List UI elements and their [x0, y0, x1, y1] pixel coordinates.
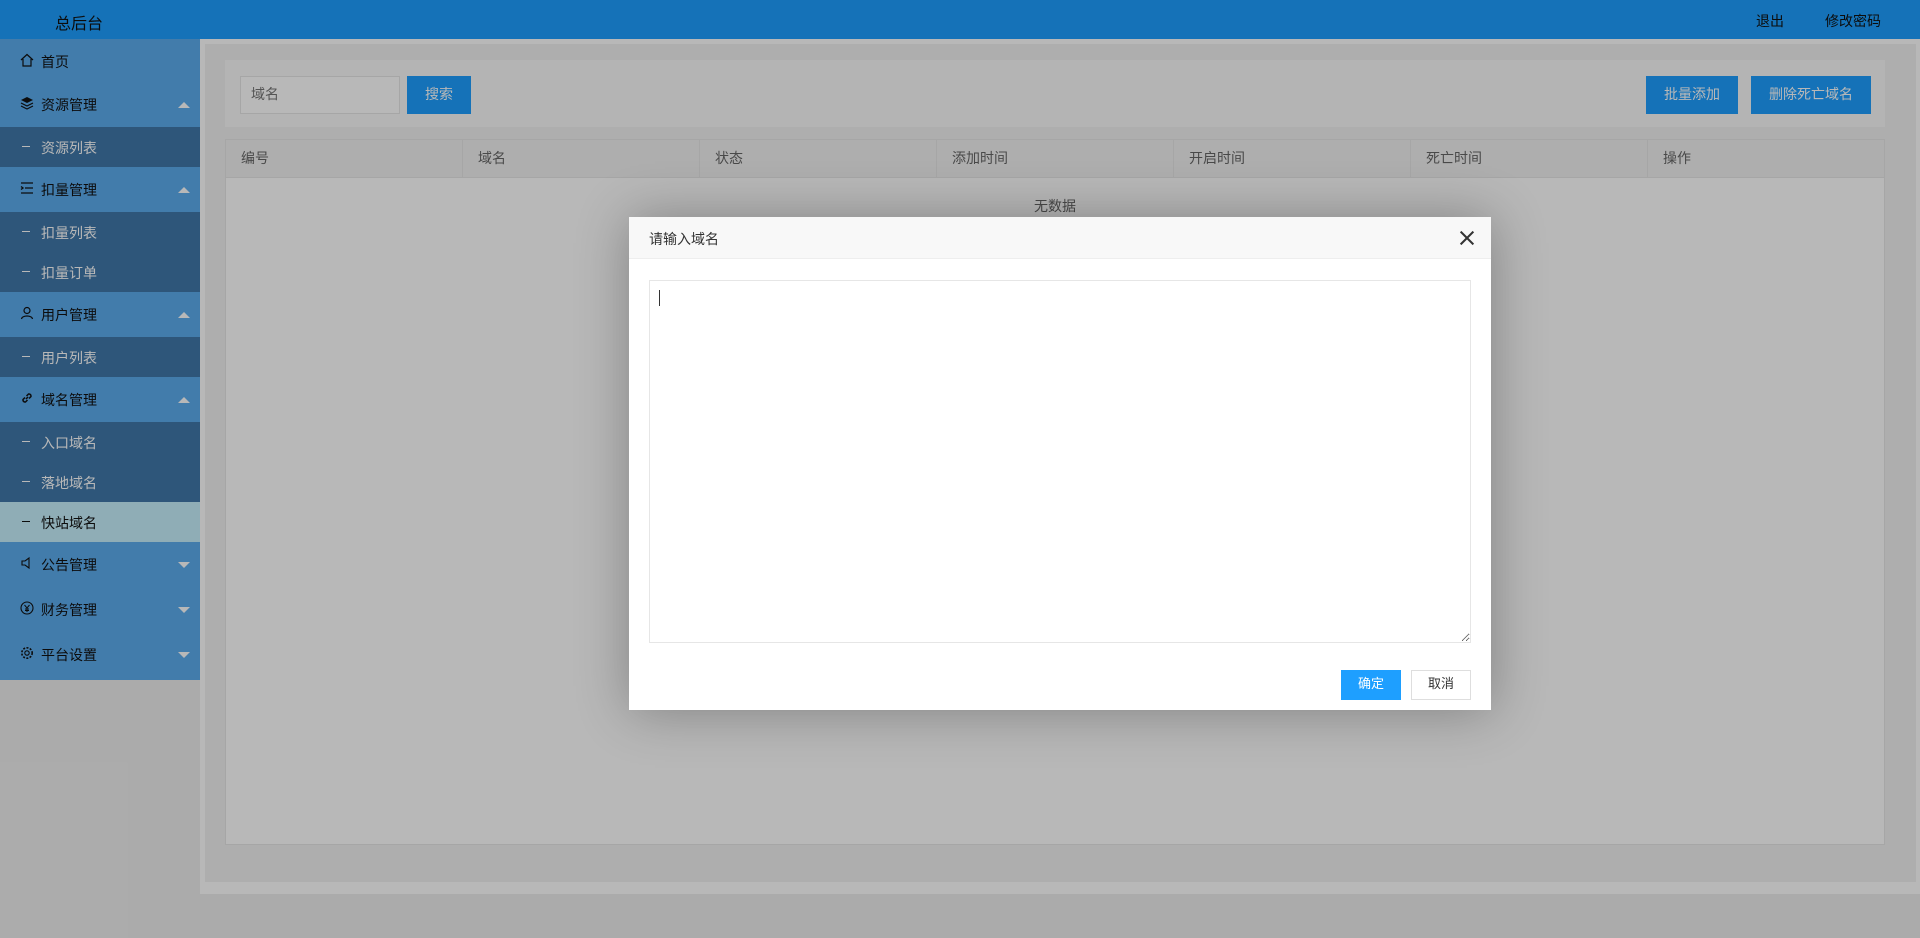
dialog-header: 请输入域名 — [629, 217, 1491, 259]
domain-textarea[interactable] — [649, 280, 1471, 643]
domain-input-dialog: 请输入域名 确定 取消 — [629, 217, 1491, 710]
dialog-title: 请输入域名 — [649, 232, 719, 248]
close-icon[interactable] — [1457, 228, 1477, 248]
confirm-button[interactable]: 确定 — [1341, 670, 1401, 700]
cancel-button[interactable]: 取消 — [1411, 670, 1471, 700]
text-cursor — [659, 290, 660, 306]
